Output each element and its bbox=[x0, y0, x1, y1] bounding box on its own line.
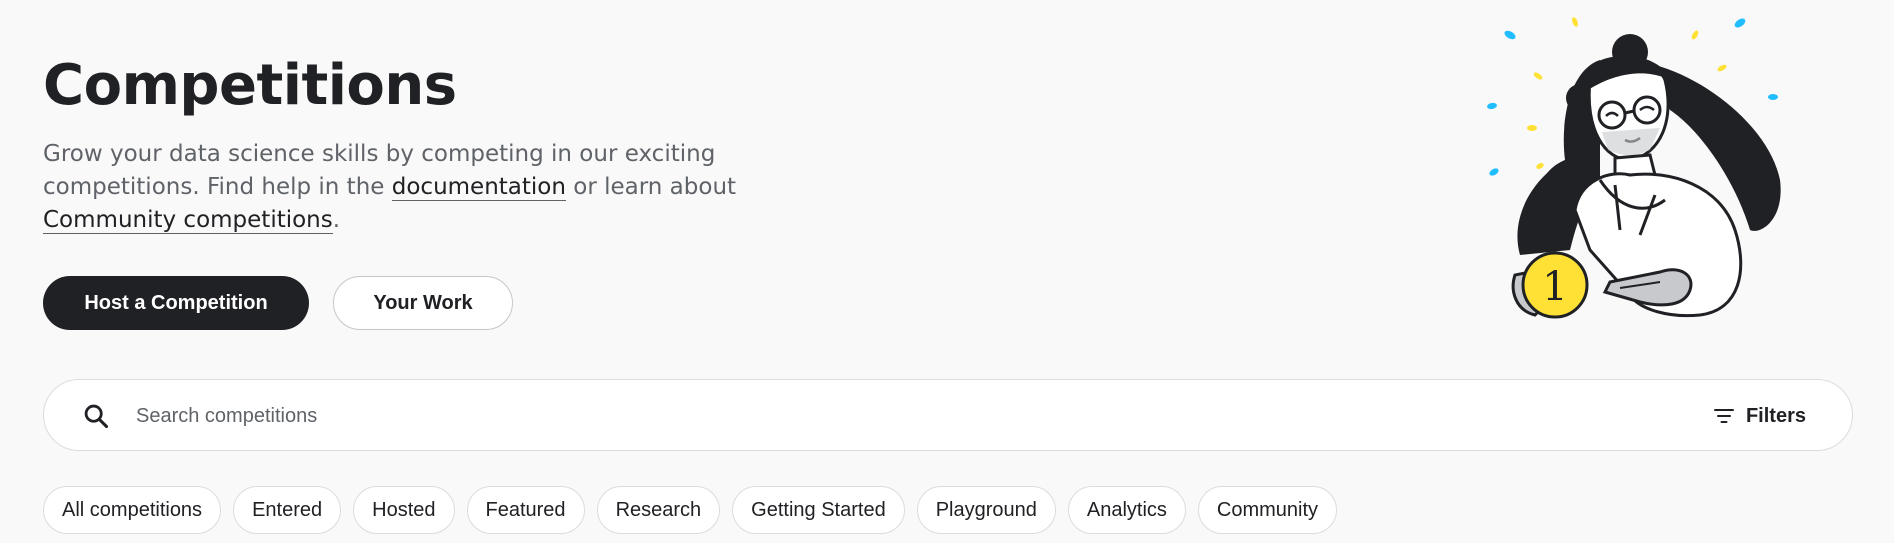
search-input[interactable] bbox=[134, 394, 1598, 438]
page-description: Grow your data science skills by competi… bbox=[43, 138, 763, 237]
chip-getting-started[interactable]: Getting Started bbox=[732, 486, 905, 534]
coin-number: 1 bbox=[1542, 264, 1567, 310]
host-competition-button[interactable]: Host a Competition bbox=[43, 276, 309, 330]
search-icon bbox=[84, 404, 109, 429]
community-competitions-link[interactable]: Community competitions bbox=[43, 207, 333, 234]
your-work-button[interactable]: Your Work bbox=[333, 276, 513, 330]
chip-analytics[interactable]: Analytics bbox=[1067, 486, 1186, 534]
documentation-link[interactable]: documentation bbox=[391, 174, 566, 201]
filters-label: Filters bbox=[1745, 404, 1806, 427]
search-bar: Filters bbox=[43, 379, 1853, 451]
description-text-3: . bbox=[332, 207, 341, 233]
competitions-page: Competitions Grow your data science skil… bbox=[0, 0, 1894, 543]
page-title: Competitions bbox=[43, 53, 457, 118]
competition-illustration: 1 bbox=[1487, 17, 1781, 319]
character: 1 bbox=[1511, 34, 1781, 319]
chip-community[interactable]: Community bbox=[1197, 486, 1338, 534]
chip-featured[interactable]: Featured bbox=[466, 486, 585, 534]
chip-all-competitions[interactable]: All competitions bbox=[43, 486, 222, 534]
chip-playground[interactable]: Playground bbox=[916, 486, 1056, 534]
filters-button[interactable]: Filters bbox=[1712, 398, 1806, 434]
chip-hosted[interactable]: Hosted bbox=[353, 486, 455, 534]
filter-icon bbox=[1713, 409, 1734, 423]
description-text-2: or learn about bbox=[565, 174, 737, 200]
category-chips: All competitions Entered Hosted Featured… bbox=[43, 486, 1338, 534]
chip-entered[interactable]: Entered bbox=[233, 486, 342, 534]
chip-research[interactable]: Research bbox=[596, 486, 721, 534]
